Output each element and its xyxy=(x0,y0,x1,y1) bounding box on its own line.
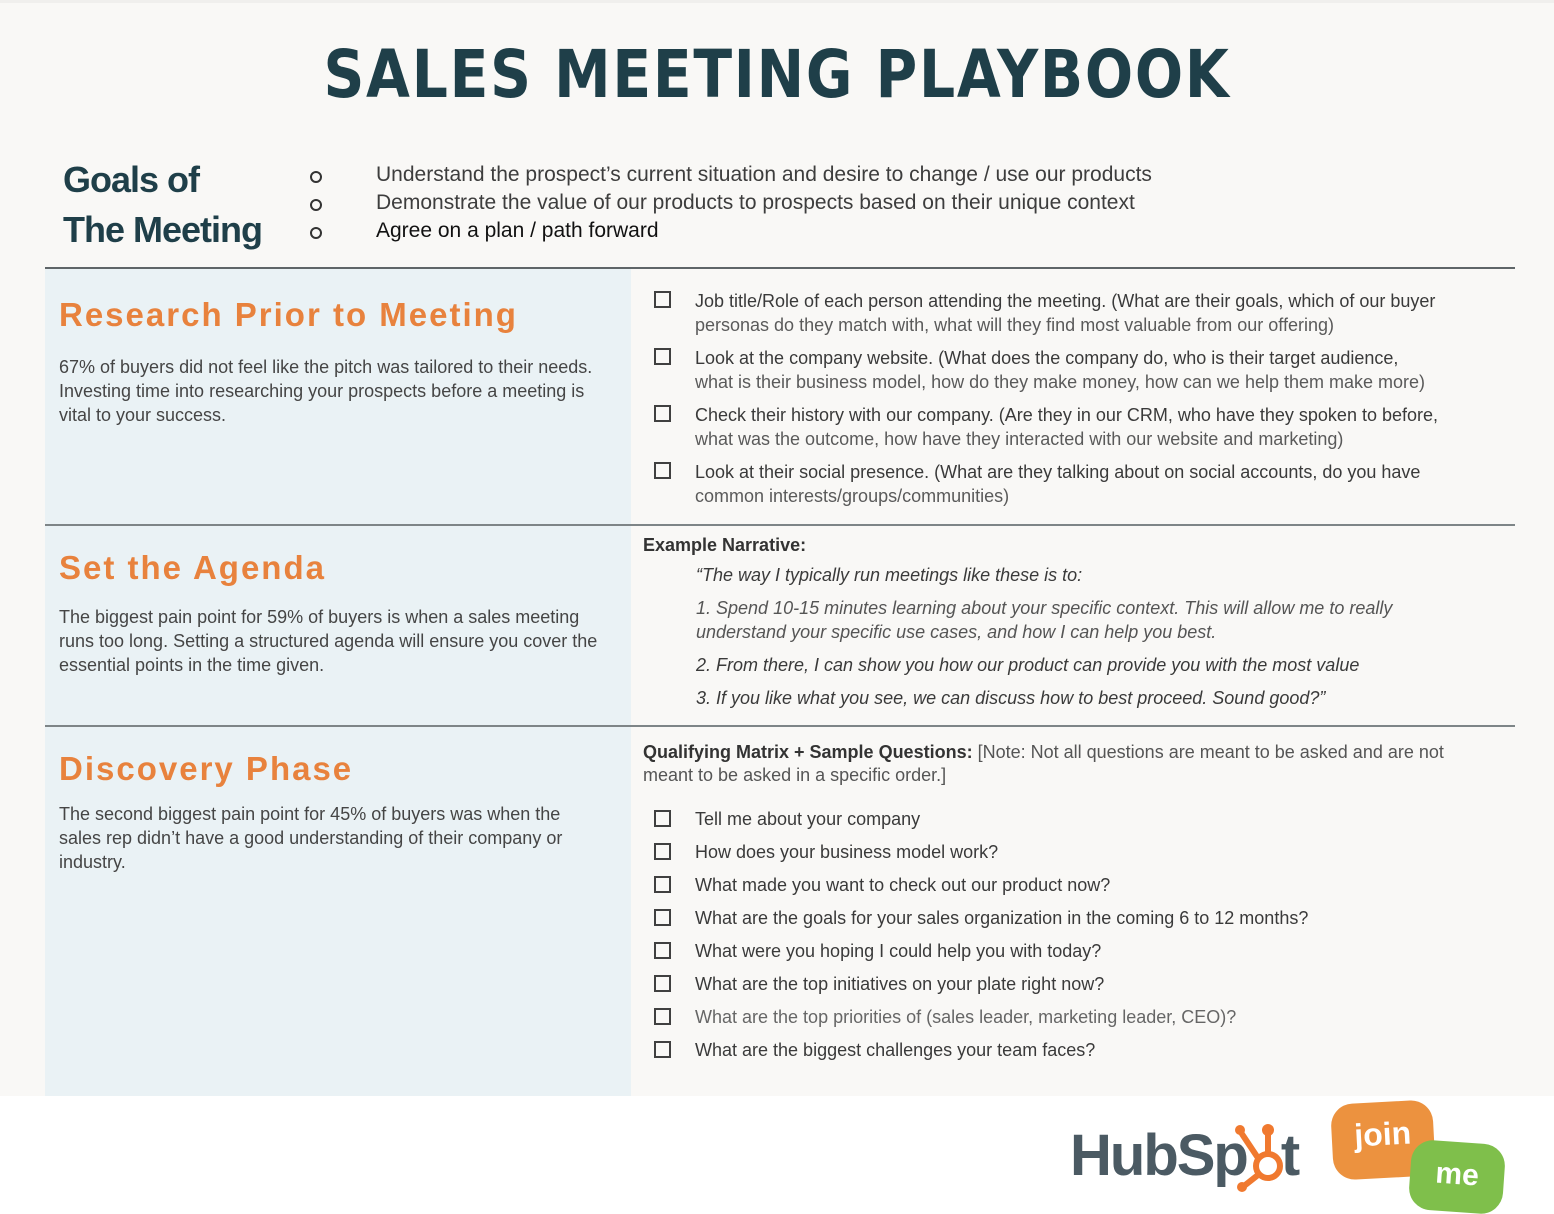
checkbox[interactable] xyxy=(654,348,671,365)
item-main-text: Check their history with our company. (A… xyxy=(695,405,1439,425)
goal-item: Demonstrate the value of our products to… xyxy=(310,189,1152,217)
question-item: What are the top initiatives on your pla… xyxy=(654,967,1308,1000)
question-item: What are the goals for your sales organi… xyxy=(654,901,1308,934)
narrative-line: “The way I typically run meetings like t… xyxy=(696,565,1083,585)
checklist-item: Check their history with our company. (A… xyxy=(654,403,1514,451)
circle-bullet-icon xyxy=(310,198,322,211)
narrative-line: 3. If you like what you see, we can disc… xyxy=(696,688,1326,708)
question-text: How does your business model work? xyxy=(695,841,999,862)
question-item: What were you hoping I could help you wi… xyxy=(654,934,1308,967)
goals-heading-line2: The Meeting xyxy=(63,209,263,250)
checkbox[interactable] xyxy=(654,1041,671,1058)
checkbox[interactable] xyxy=(654,909,671,926)
research-checklist: Job title/Role of each person attending … xyxy=(654,289,1514,517)
goal-item: Understand the prospect’s current situat… xyxy=(310,161,1152,189)
goal-text: Understand the prospect’s current situat… xyxy=(376,163,1152,186)
checkbox[interactable] xyxy=(654,291,671,308)
circle-bullet-icon xyxy=(310,226,322,239)
checklist-item: Look at their social presence. (What are… xyxy=(654,460,1514,508)
page-title: SALES MEETING PLAYBOOK xyxy=(323,36,1231,113)
footer-logos: HubSp t join me xyxy=(1070,1098,1510,1214)
item-main-text: Look at the company website. (What does … xyxy=(695,348,1399,368)
goal-text: Agree on a plan / path forward xyxy=(376,219,659,242)
checkbox[interactable] xyxy=(654,876,671,893)
checkbox[interactable] xyxy=(654,462,671,479)
item-sub-text: what is their business model, how do the… xyxy=(695,372,1426,392)
checkbox[interactable] xyxy=(654,1008,671,1025)
goals-list: Understand the prospect’s current situat… xyxy=(310,161,1152,245)
qualifying-matrix-heading: Qualifying Matrix + Sample Questions: [N… xyxy=(643,741,1463,787)
question-text: What were you hoping I could help you wi… xyxy=(695,940,1102,961)
hubspot-logo-prefix: HubSp xyxy=(1070,1123,1249,1188)
narrative-line: 2. From there, I can show you how our pr… xyxy=(696,655,1360,675)
hubspot-sprocket-icon xyxy=(1235,1124,1283,1192)
narrative-line: 1. Spend 10-15 minutes learning about yo… xyxy=(696,598,1393,642)
goals-heading: Goals of The Meeting xyxy=(63,155,263,255)
joinme-logo-me: me xyxy=(1407,1138,1507,1214)
question-text: What are the top priorities of (sales le… xyxy=(695,1006,1237,1027)
qualifying-matrix-label: Qualifying Matrix + Sample Questions: xyxy=(643,742,973,762)
checkbox[interactable] xyxy=(654,975,671,992)
item-main-text: Look at their social presence. (What are… xyxy=(695,462,1421,482)
research-description: 67% of buyers did not feel like the pitc… xyxy=(59,357,593,425)
question-item: What made you want to check out our prod… xyxy=(654,868,1308,901)
question-item: What are the biggest challenges your tea… xyxy=(654,1033,1308,1066)
item-sub-text: personas do they match with, what will t… xyxy=(695,315,1334,335)
agenda-description: The biggest pain point for 59% of buyers… xyxy=(59,607,598,675)
checklist-item: Job title/Role of each person attending … xyxy=(654,289,1514,337)
goal-text: Demonstrate the value of our products to… xyxy=(376,191,1135,214)
item-main-text: Job title/Role of each person attending … xyxy=(695,291,1436,311)
discovery-description: The second biggest pain point for 45% of… xyxy=(59,804,563,872)
question-item: What are the top priorities of (sales le… xyxy=(654,1000,1308,1033)
goals-heading-line1: Goals of xyxy=(63,159,200,200)
question-text: Tell me about your company xyxy=(695,808,921,829)
agenda-title: Set the Agenda xyxy=(59,549,326,586)
section-divider xyxy=(45,725,1515,727)
question-text: What are the top initiatives on your pla… xyxy=(695,973,1105,994)
discovery-title: Discovery Phase xyxy=(59,750,354,787)
checklist-item: Look at the company website. (What does … xyxy=(654,346,1514,394)
section-divider xyxy=(45,267,1515,269)
question-text: What made you want to check out our prod… xyxy=(695,874,1111,895)
narrative-label: Example Narrative: xyxy=(643,535,807,555)
checkbox[interactable] xyxy=(654,942,671,959)
checkbox[interactable] xyxy=(654,810,671,827)
item-sub-text: common interests/groups/communities) xyxy=(695,486,1010,506)
question-text: What are the goals for your sales organi… xyxy=(695,907,1309,928)
question-text: What are the biggest challenges your tea… xyxy=(695,1039,1096,1060)
question-item: Tell me about your company xyxy=(654,802,1308,835)
example-narrative: “The way I typically run meetings like t… xyxy=(696,563,1476,719)
goal-item: Agree on a plan / path forward xyxy=(310,217,1152,245)
checkbox[interactable] xyxy=(654,843,671,860)
item-sub-text: what was the outcome, how have they inte… xyxy=(695,429,1344,449)
circle-bullet-icon xyxy=(310,170,322,183)
questions-checklist: Tell me about your company How does your… xyxy=(654,802,1308,1066)
section-divider xyxy=(45,524,1515,526)
research-title: Research Prior to Meeting xyxy=(59,296,518,333)
question-item: How does your business model work? xyxy=(654,835,1308,868)
checkbox[interactable] xyxy=(654,405,671,422)
